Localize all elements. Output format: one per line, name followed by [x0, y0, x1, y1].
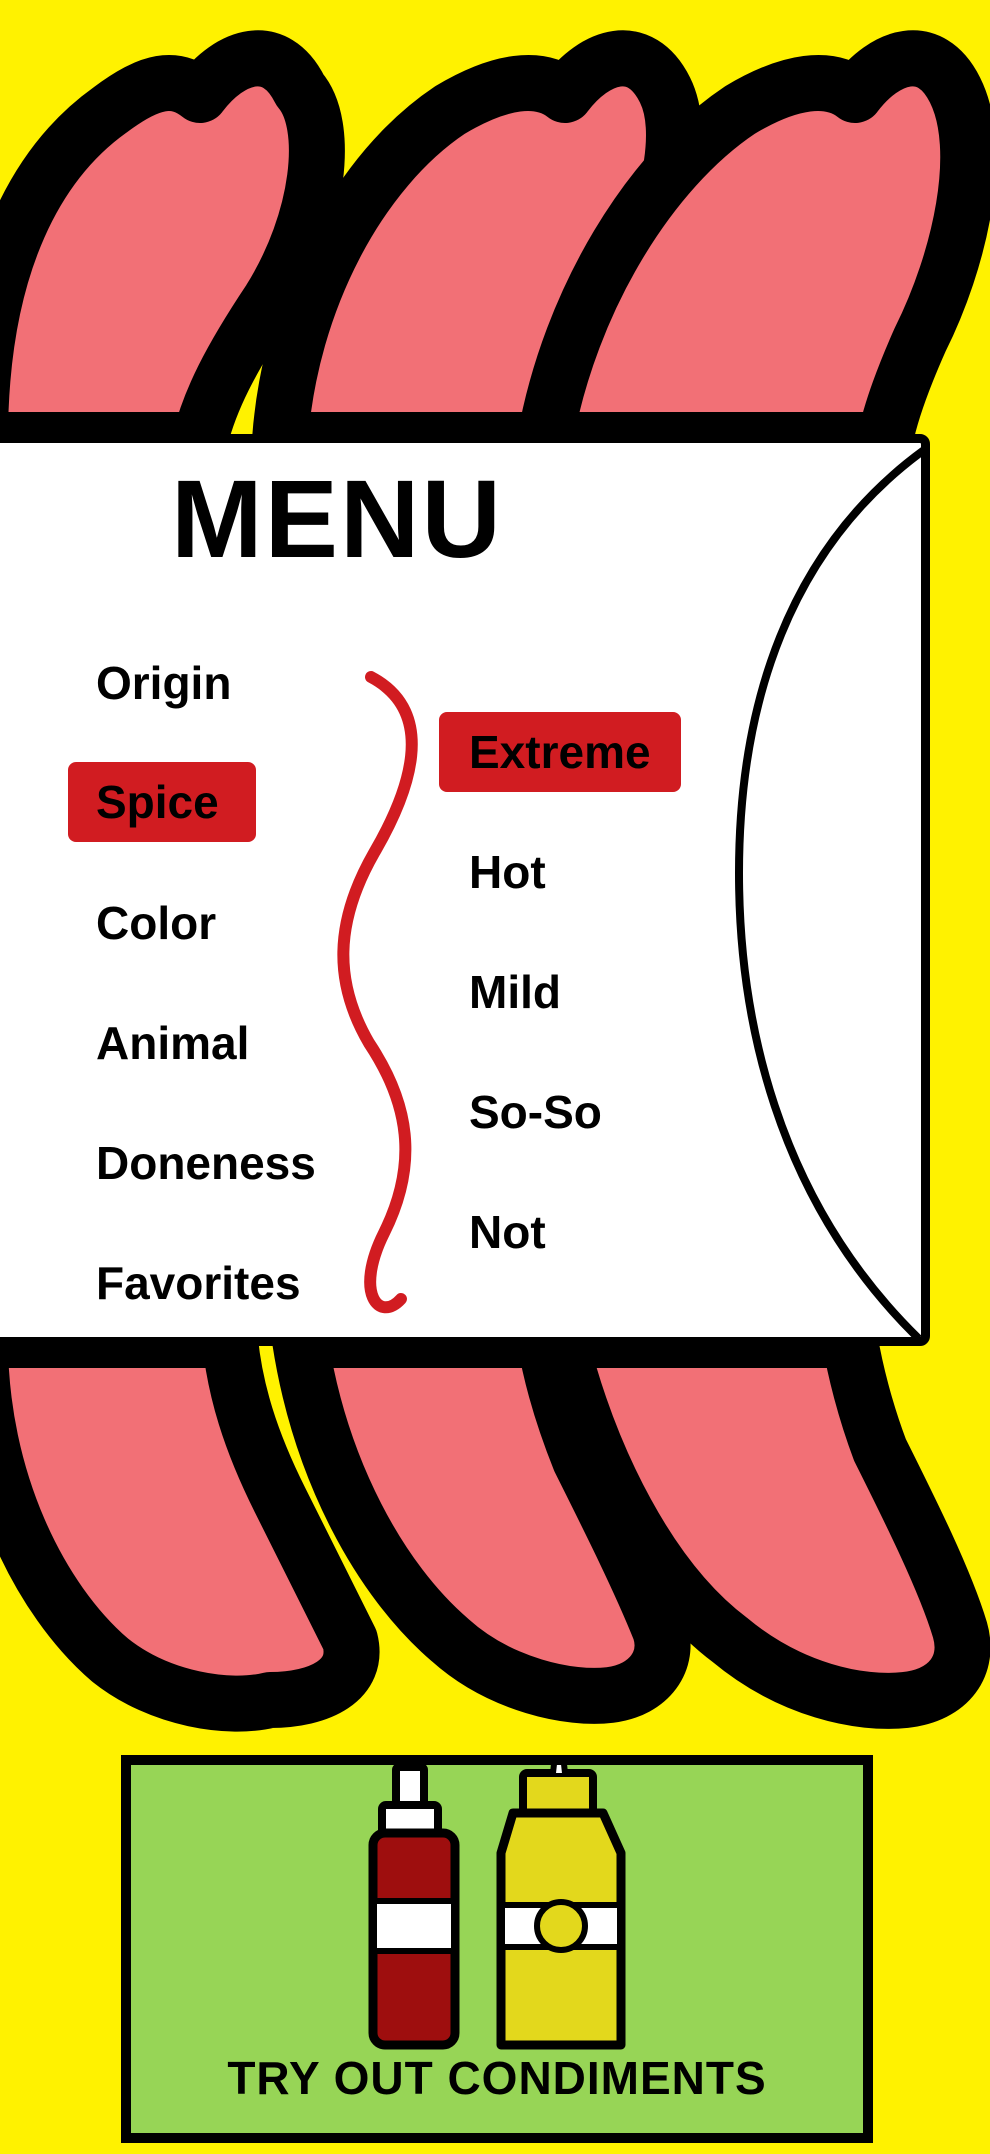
category-origin[interactable]: Origin	[96, 660, 231, 706]
option-not[interactable]: Not	[469, 1209, 546, 1255]
menu-panel: MENU Origin Spice Color Animal Doneness …	[0, 434, 930, 1346]
option-mild[interactable]: Mild	[469, 969, 561, 1015]
option-label: Extreme	[469, 726, 651, 778]
option-so-so[interactable]: So-So	[469, 1089, 602, 1135]
category-color[interactable]: Color	[96, 900, 216, 946]
option-label: So-So	[469, 1086, 602, 1138]
top-sausages	[0, 30, 990, 468]
category-spice[interactable]: Spice	[68, 762, 256, 842]
bottom-sausages	[0, 1312, 990, 1732]
category-animal[interactable]: Animal	[96, 1020, 249, 1066]
option-hot[interactable]: Hot	[469, 849, 546, 895]
option-label: Not	[469, 1206, 546, 1258]
category-label: Favorites	[96, 1257, 301, 1309]
condiments-label: TRY OUT CONDIMENTS	[227, 2052, 767, 2104]
mustard-bottle-icon	[496, 1765, 626, 2050]
category-label: Color	[96, 897, 217, 949]
option-label: Mild	[469, 966, 561, 1018]
category-label: Origin	[96, 657, 232, 709]
option-label: Hot	[469, 846, 546, 898]
wavy-divider-stroke	[337, 671, 418, 1314]
category-label: Animal	[96, 1017, 250, 1069]
menu-decor	[337, 447, 921, 1337]
category-doneness[interactable]: Doneness	[96, 1140, 316, 1186]
category-label: Spice	[96, 776, 219, 828]
option-extreme[interactable]: Extreme	[439, 712, 681, 792]
try-condiments-button[interactable]: TRY OUT CONDIMENTS	[121, 1755, 873, 2143]
ketchup-bottle-icon	[368, 1765, 460, 2050]
category-label: Doneness	[96, 1137, 316, 1189]
category-favorites[interactable]: Favorites	[96, 1260, 301, 1306]
plate-arc	[734, 447, 921, 1337]
